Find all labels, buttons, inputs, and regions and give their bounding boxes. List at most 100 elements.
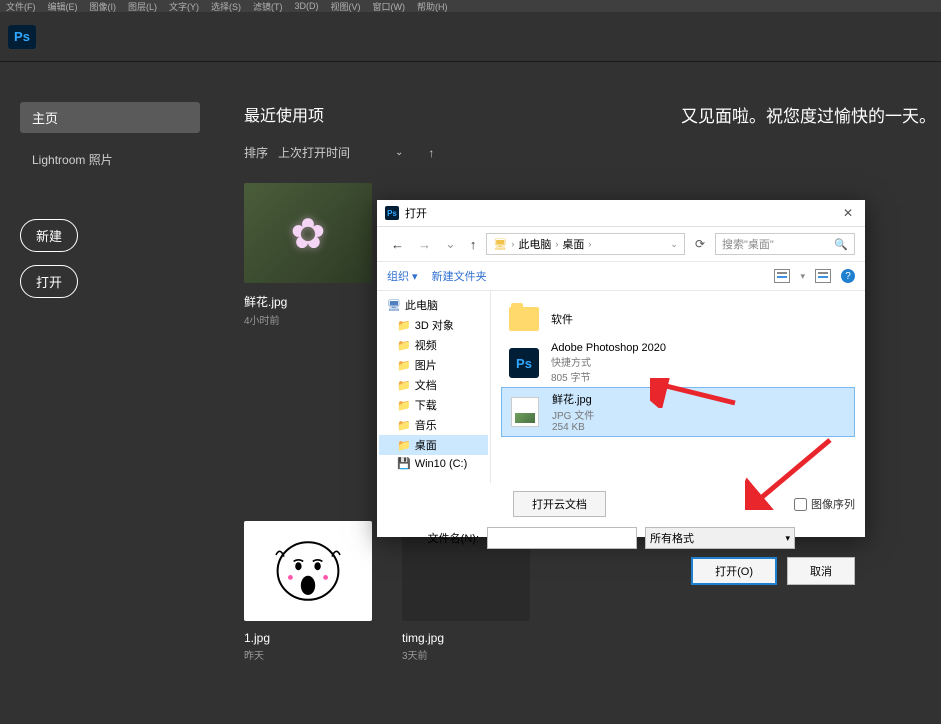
- dialog-cancel-button[interactable]: 取消: [787, 557, 855, 585]
- nav-up-button[interactable]: ↑: [466, 235, 481, 254]
- file-name: 鲜花.jpg: [552, 391, 594, 407]
- photoshop-logo-icon[interactable]: Ps: [8, 25, 36, 49]
- file-name: 软件: [551, 311, 573, 327]
- recent-item[interactable]: 1.jpg 昨天: [244, 521, 372, 662]
- home-greeting-text: 又见面啦。祝您度过愉快的一天。: [681, 102, 936, 127]
- dialog-toolbar: 组织 ▾ 新建文件夹 ▾ ?: [377, 262, 865, 291]
- tree-item-desktop[interactable]: 📁桌面: [379, 435, 488, 455]
- help-icon[interactable]: ?: [841, 269, 855, 283]
- menu-help[interactable]: 帮助(H): [417, 0, 448, 13]
- pc-icon: 🖥: [387, 299, 401, 312]
- tree-item-3dobjects[interactable]: 📁3D 对象: [379, 315, 488, 335]
- open-file-button[interactable]: 打开: [20, 265, 78, 298]
- menu-3d[interactable]: 3D(D): [295, 1, 319, 11]
- file-row-image[interactable]: 鲜花.jpg JPG 文件 254 KB: [501, 387, 855, 437]
- disk-icon: 💾: [397, 457, 411, 470]
- folder-icon: 📁: [397, 339, 411, 352]
- nav-dropdown-button[interactable]: ⌄: [441, 234, 460, 254]
- new-file-button[interactable]: 新建: [20, 219, 78, 252]
- tree-item-documents[interactable]: 📁文档: [379, 375, 488, 395]
- file-size: 805 字节: [551, 369, 666, 384]
- menu-select[interactable]: 选择(S): [211, 0, 241, 13]
- nav-forward-button[interactable]: →: [414, 235, 435, 254]
- sort-direction-icon[interactable]: ↑: [428, 146, 434, 160]
- menu-type[interactable]: 文字(Y): [169, 0, 199, 13]
- organize-dropdown[interactable]: 组织 ▾: [387, 268, 418, 284]
- sort-dropdown[interactable]: 上次打开时间 ⌄: [278, 144, 403, 161]
- folder-icon: 📁: [397, 359, 411, 372]
- dialog-nav-row: ← → ⌄ ↑ 🖥 › 此电脑 › 桌面 › ⌄ ⟳ 搜索"桌面" 🔍: [377, 227, 865, 262]
- recent-item-name: timg.jpg: [402, 631, 530, 645]
- tree-item-pc[interactable]: 🖥此电脑: [379, 295, 488, 315]
- folder-icon: 📁: [397, 399, 411, 412]
- folder-icon: 📁: [397, 379, 411, 392]
- recent-item-time: 4小时前: [244, 312, 372, 327]
- tree-item-pictures[interactable]: 📁图片: [379, 355, 488, 375]
- dialog-title-text: 打开: [405, 205, 839, 221]
- recent-thumbnail: [244, 521, 372, 621]
- preview-pane-button[interactable]: [815, 269, 831, 283]
- open-cloud-button[interactable]: 打开云文档: [513, 491, 606, 517]
- breadcrumb-segment[interactable]: 桌面: [562, 236, 584, 252]
- home-sidebar: 主页 Lightroom 照片 新建 打开: [0, 62, 244, 724]
- recent-item-name: 鲜花.jpg: [244, 293, 372, 310]
- recent-item-time: 3天前: [402, 647, 530, 662]
- breadcrumb-segment[interactable]: 此电脑: [518, 236, 551, 252]
- folder-icon: 📁: [397, 439, 411, 452]
- view-mode-button[interactable]: [774, 269, 790, 283]
- tree-item-cdrive[interactable]: 💾Win10 (C:): [379, 455, 488, 472]
- file-row-shortcut[interactable]: Ps Adobe Photoshop 2020 快捷方式 805 字节: [501, 339, 855, 387]
- sort-value: 上次打开时间: [278, 144, 350, 161]
- recent-sort-row: 排序 上次打开时间 ⌄ ↑: [244, 144, 921, 161]
- recent-item-time: 昨天: [244, 647, 372, 662]
- app-taskbar: Ps: [0, 12, 941, 62]
- file-name: Adobe Photoshop 2020: [551, 342, 666, 354]
- menu-window[interactable]: 窗口(W): [373, 0, 406, 13]
- image-sequence-checkbox[interactable]: [794, 498, 807, 511]
- dialog-close-button[interactable]: ✕: [839, 204, 857, 222]
- tree-item-downloads[interactable]: 📁下载: [379, 395, 488, 415]
- folder-tree: 🖥此电脑 📁3D 对象 📁视频 📁图片 📁文档 📁下载 📁音乐 📁桌面 💾Win…: [377, 291, 491, 483]
- new-folder-button[interactable]: 新建文件夹: [432, 268, 487, 284]
- main-menu-bar: 文件(F) 编辑(E) 图像(I) 图层(L) 文字(Y) 选择(S) 滤镜(T…: [0, 0, 941, 12]
- filename-input[interactable]: [487, 527, 637, 549]
- view-chevron-icon[interactable]: ▾: [800, 271, 805, 282]
- search-icon: 🔍: [834, 238, 848, 251]
- file-type: JPG 文件: [552, 407, 594, 422]
- sidebar-lightroom-link[interactable]: Lightroom 照片: [20, 145, 224, 174]
- jpg-file-icon: [508, 395, 542, 429]
- dialog-open-button[interactable]: 打开(O): [691, 557, 777, 585]
- file-row-folder[interactable]: 软件: [501, 299, 855, 339]
- file-format-dropdown[interactable]: 所有格式▾: [645, 527, 795, 549]
- menu-view[interactable]: 视图(V): [331, 0, 361, 13]
- chevron-down-icon: ▾: [785, 533, 790, 544]
- image-sequence-label: 图像序列: [811, 496, 855, 512]
- menu-file[interactable]: 文件(F): [6, 0, 36, 13]
- folder-icon: 🖥: [493, 238, 507, 251]
- file-list: 软件 Ps Adobe Photoshop 2020 快捷方式 805 字节 鲜…: [491, 291, 865, 483]
- search-input[interactable]: 搜索"桌面" 🔍: [715, 233, 855, 255]
- sidebar-home-link[interactable]: 主页: [20, 102, 200, 133]
- folder-icon: [507, 302, 541, 336]
- photoshop-mini-icon: Ps: [385, 206, 399, 220]
- chevron-right-icon: ›: [555, 239, 558, 249]
- nav-back-button[interactable]: ←: [387, 235, 408, 254]
- tree-item-videos[interactable]: 📁视频: [379, 335, 488, 355]
- file-type: 快捷方式: [551, 354, 666, 369]
- recent-item[interactable]: 鲜花.jpg 4小时前: [244, 183, 372, 327]
- breadcrumb[interactable]: 🖥 › 此电脑 › 桌面 › ⌄: [486, 233, 685, 255]
- chevron-right-icon: ›: [588, 239, 591, 249]
- filename-label: 文件名(N):: [387, 530, 479, 546]
- chevron-down-icon: ⌄: [395, 147, 403, 158]
- menu-edit[interactable]: 编辑(E): [48, 0, 78, 13]
- chevron-down-icon[interactable]: ⌄: [670, 239, 678, 250]
- menu-filter[interactable]: 滤镜(T): [253, 0, 283, 13]
- sort-label: 排序: [244, 144, 268, 161]
- refresh-button[interactable]: ⟳: [691, 235, 709, 253]
- tree-item-music[interactable]: 📁音乐: [379, 415, 488, 435]
- recent-item-name: 1.jpg: [244, 631, 372, 645]
- photoshop-file-icon: Ps: [507, 346, 541, 380]
- menu-layer[interactable]: 图层(L): [128, 0, 157, 13]
- dialog-titlebar: Ps 打开 ✕: [377, 200, 865, 227]
- menu-image[interactable]: 图像(I): [90, 0, 117, 13]
